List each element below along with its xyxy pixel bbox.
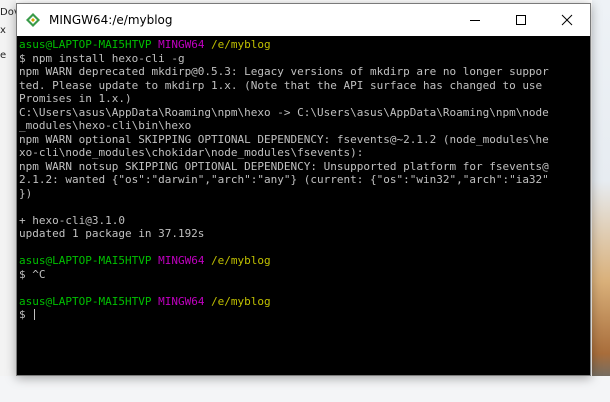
terminal-line: asus@LAPTOP-MAI5HTVP MINGW64 /e/myblog: [19, 254, 590, 268]
terminal-text: $: [19, 308, 33, 321]
prompt-green-text: asus@LAPTOP-MAI5HTVP: [19, 38, 152, 51]
terminal-text: C:\Users\asus\AppData\Roaming\npm\hexo -…: [19, 105, 549, 119]
terminal-line: }): [19, 187, 590, 201]
terminal-line: ted. Please update to mkdirp 1.x. (Note …: [19, 79, 590, 93]
terminal-text: xo-cli\node_modules\chokidar\node_module…: [19, 146, 364, 159]
terminal-line: C:\Users\asus\AppData\Roaming\npm\hexo -…: [19, 106, 590, 120]
terminal-text: $ ^C: [19, 267, 46, 281]
close-button[interactable]: [544, 4, 590, 36]
terminal-line: xo-cli\node_modules\chokidar\node_module…: [19, 146, 590, 160]
terminal-line: _modules\hexo-cli\bin\hexo: [19, 119, 590, 133]
prompt-green-text: asus@LAPTOP-MAI5HTVP: [19, 294, 152, 308]
terminal-text: npm WARN notsup SKIPPING OPTIONAL DEPEND…: [19, 159, 549, 173]
prompt-magenta-text: MINGW64: [158, 38, 205, 51]
background-window: Dov x e: [0, 0, 20, 402]
maximize-button[interactable]: [498, 4, 544, 36]
terminal-text: ted. Please update to mkdirp 1.x. (Note …: [19, 78, 543, 92]
title-bar[interactable]: MINGW64:/e/myblog: [17, 4, 590, 36]
minimize-icon: [470, 20, 480, 21]
desktop-strip: [0, 376, 610, 402]
background-text-2: x: [0, 25, 6, 36]
terminal-line: $ npm install hexo-cli -g: [19, 52, 590, 66]
minimize-button[interactable]: [452, 4, 498, 36]
terminal-line: asus@LAPTOP-MAI5HTVP MINGW64 /e/myblog: [19, 38, 590, 52]
background-text-3: e: [0, 50, 7, 61]
prompt-yellow-text: /e/myblog: [211, 254, 271, 267]
terminal-text: _modules\hexo-cli\bin\hexo: [19, 119, 192, 132]
terminal-line: asus@LAPTOP-MAI5HTVP MINGW64 /e/myblog: [19, 295, 590, 309]
terminal-text: 2.1.2: wanted {"os":"darwin","arch":"any…: [19, 173, 549, 186]
terminal-text: $ npm install hexo-cli -g: [19, 51, 185, 65]
terminal-text: npm WARN optional SKIPPING OPTIONAL DEPE…: [19, 132, 549, 146]
terminal-text: + hexo-cli@3.1.0: [19, 213, 125, 227]
terminal-line: Promises in 1.x.): [19, 92, 590, 106]
scrollbar[interactable]: [588, 36, 590, 375]
prompt-yellow-text: /e/myblog: [211, 294, 271, 308]
terminal-text: Promises in 1.x.): [19, 92, 132, 105]
terminal-line: $ ^C: [19, 268, 590, 282]
terminal-line: + hexo-cli@3.1.0: [19, 214, 590, 228]
terminal-text: updated 1 package in 37.192s: [19, 227, 205, 240]
mingw-diamond-icon: [25, 12, 41, 28]
prompt-green-text: asus@LAPTOP-MAI5HTVP: [19, 254, 152, 267]
window-title: MINGW64:/e/myblog: [49, 13, 173, 27]
prompt-yellow-text: /e/myblog: [211, 38, 271, 51]
prompt-magenta-text: MINGW64: [158, 294, 205, 308]
prompt-magenta-text: MINGW64: [158, 254, 205, 267]
terminal-line: npm WARN notsup SKIPPING OPTIONAL DEPEND…: [19, 160, 590, 174]
maximize-icon: [516, 15, 526, 25]
terminal-window[interactable]: MINGW64:/e/myblog asus@LAPTOP-MAI5HTVP M…: [16, 3, 591, 376]
terminal-line: updated 1 package in 37.192s: [19, 227, 590, 241]
close-icon: [561, 14, 573, 26]
terminal-text: }): [19, 186, 33, 200]
text-cursor: [34, 309, 36, 320]
terminal-line: 2.1.2: wanted {"os":"darwin","arch":"any…: [19, 173, 590, 187]
terminal-text: npm WARN deprecated mkdirp@0.5.3: Legacy…: [19, 65, 549, 78]
terminal-output[interactable]: asus@LAPTOP-MAI5HTVP MINGW64 /e/myblog $ …: [17, 36, 590, 375]
terminal-line: $: [19, 308, 590, 322]
desktop-wallpaper: [592, 0, 610, 402]
terminal-line: npm WARN deprecated mkdirp@0.5.3: Legacy…: [19, 65, 590, 79]
terminal-line: npm WARN optional SKIPPING OPTIONAL DEPE…: [19, 133, 590, 147]
